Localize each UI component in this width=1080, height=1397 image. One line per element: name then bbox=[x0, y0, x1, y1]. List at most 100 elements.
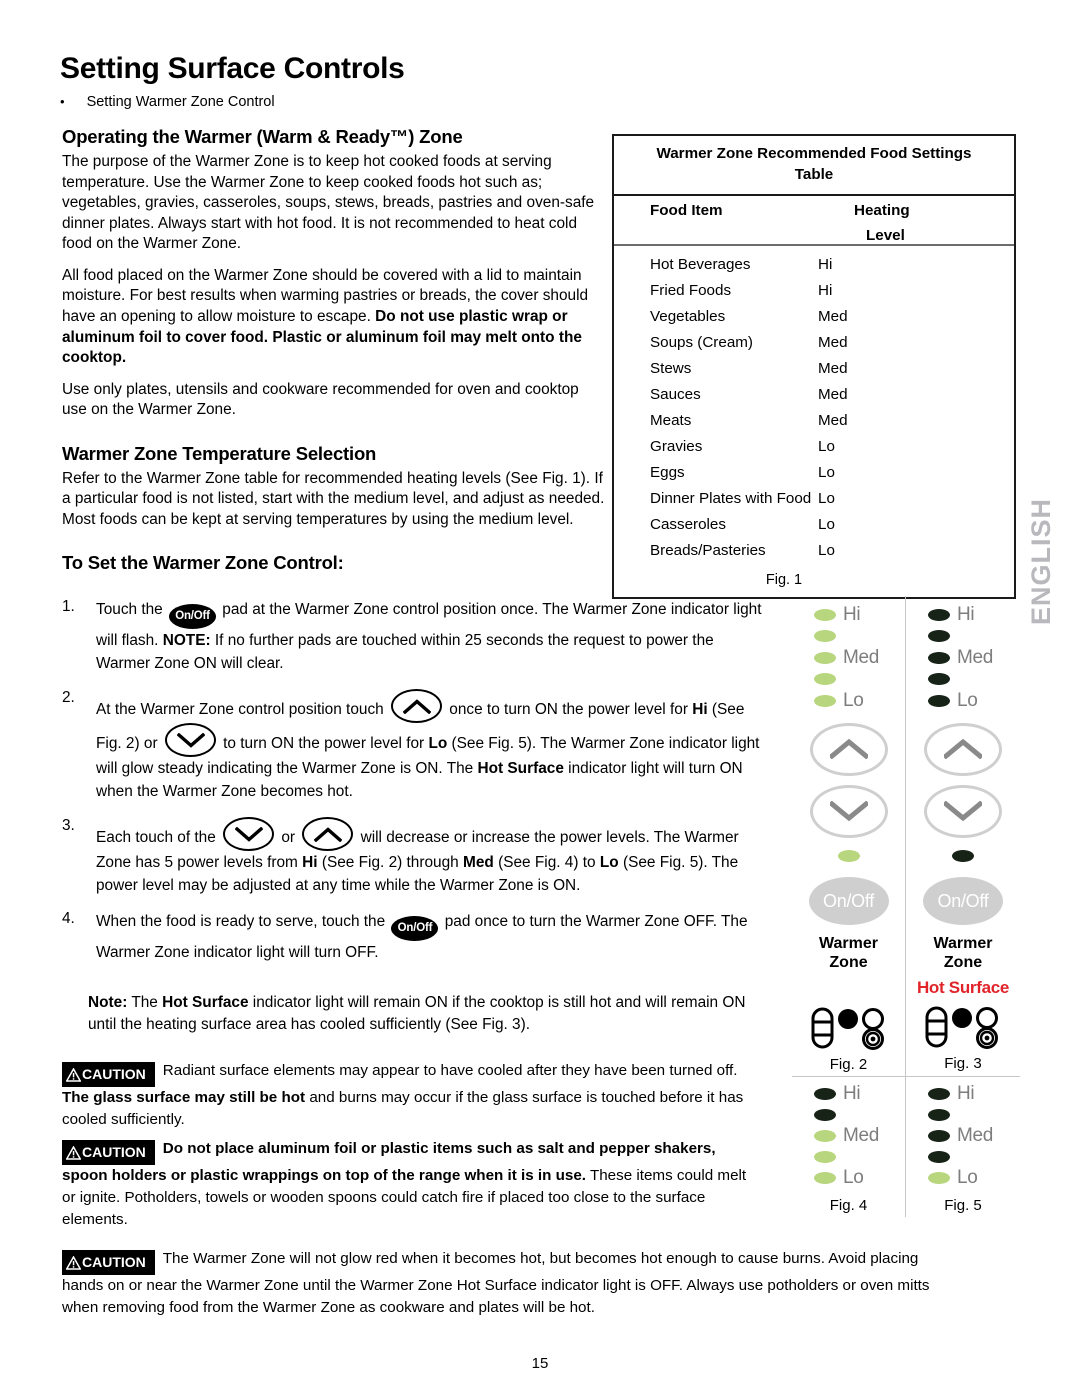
fig2-arrow-down-button[interactable] bbox=[809, 784, 888, 838]
heading-temperature-selection: Warmer Zone Temperature Selection bbox=[62, 442, 377, 464]
fig3-arrow-down-button[interactable] bbox=[924, 784, 1002, 838]
table-cell-food-item: Vegetables bbox=[650, 308, 726, 326]
on-off-pad-icon[interactable]: On/Off bbox=[391, 916, 439, 942]
fig2-arrow-up-button[interactable] bbox=[809, 722, 888, 776]
caution-block-3: CAUTION The Warmer Zone will not glow red… bbox=[62, 1248, 942, 1319]
column-header-level: Level bbox=[866, 226, 905, 244]
step-2-part-b: once to turn ON the power level for bbox=[445, 700, 693, 718]
caution-badge-label: CAUTION bbox=[82, 1254, 146, 1270]
table-cell-food-item: Dinner Plates with Food bbox=[650, 490, 812, 508]
fig2-warmer-zone-label: Warmer Zone bbox=[792, 935, 905, 973]
table-cell-heating-level: Lo bbox=[818, 516, 835, 534]
led-row: Lo bbox=[792, 1167, 905, 1189]
step-3-hi-label: Hi bbox=[302, 853, 318, 871]
table-cell-food-item: Soups (Cream) bbox=[650, 334, 753, 352]
led-label: Med bbox=[957, 646, 994, 668]
arrow-up-icon[interactable] bbox=[302, 816, 354, 851]
figure-2: Hi Med Lo On/Off Warmer Zone Fig. 2 bbox=[792, 596, 906, 1076]
led-row: Lo bbox=[792, 690, 905, 712]
led-row bbox=[906, 1105, 1020, 1126]
table-row: Soups (Cream) Med bbox=[614, 330, 1014, 356]
led-indicator bbox=[814, 651, 836, 664]
led-indicator bbox=[928, 1151, 950, 1164]
fig3-onoff-indicator-led bbox=[906, 846, 1020, 868]
table-caption: Fig. 1 bbox=[765, 571, 803, 588]
fig3-hot-surface-indicator: Hot Surface bbox=[916, 977, 1010, 997]
fig2-cooktop-icon bbox=[792, 1006, 905, 1050]
table-body: Hot Beverages Hi Fried Foods Hi Vegetables Me… bbox=[614, 246, 1014, 568]
led-indicator bbox=[952, 850, 974, 863]
table-cell-food-item: Meats bbox=[650, 412, 692, 430]
table-cell-food-item: Stews bbox=[650, 360, 692, 378]
caution-badge: CAUTION bbox=[62, 1140, 155, 1166]
table-row: Meats Med bbox=[614, 408, 1014, 434]
fig2-onoff-indicator-led bbox=[792, 846, 905, 868]
fig3-warmer-zone-label: Warmer Zone bbox=[906, 935, 1020, 973]
table-cell-heating-level: Med bbox=[818, 334, 848, 352]
step-2-part-a: At the Warmer Zone control position touc… bbox=[96, 700, 388, 718]
figure-3: Hi Med Lo On/Off Warmer Zone Hot Surface bbox=[906, 596, 1020, 1076]
table-row: Dinner Plates with Food Lo bbox=[614, 486, 1014, 512]
arrow-up-icon[interactable] bbox=[391, 688, 442, 723]
step-4-number: 4. bbox=[62, 910, 75, 928]
fig4-caption: Fig. 4 bbox=[829, 1196, 868, 1214]
arrow-down-icon[interactable] bbox=[223, 816, 275, 851]
step-2-lo-label: Lo bbox=[428, 734, 448, 752]
caution-badge-label: CAUTION bbox=[82, 1144, 146, 1160]
led-label: Hi bbox=[843, 1083, 861, 1105]
step-2-text: At the Warmer Zone control position touc… bbox=[96, 688, 762, 804]
step-3-part-b: or bbox=[277, 828, 300, 846]
table-cell-heating-level: Hi bbox=[818, 282, 833, 300]
fig3-arrow-up-button[interactable] bbox=[924, 722, 1002, 776]
note-hot-surface-label: Hot Surface bbox=[162, 994, 249, 1011]
table-cell-food-item: Gravies bbox=[650, 438, 703, 456]
step-1-text: Touch the On/Off pad at the Warmer Zone … bbox=[96, 598, 762, 676]
step-1-number: 1. bbox=[62, 598, 75, 615]
on-off-pad-icon[interactable]: On/Off bbox=[169, 604, 217, 629]
figure-row-bottom: Hi Med Lo Fig. 4 Hi Med Lo Fig. 5 bbox=[792, 1075, 1020, 1217]
fig2-led-column: Hi Med Lo bbox=[792, 596, 905, 714]
led-row: Hi bbox=[906, 1083, 1020, 1105]
fig4-led-column: Hi Med Lo bbox=[792, 1077, 905, 1191]
led-indicator bbox=[814, 1151, 836, 1164]
numbered-steps-list: 1. Touch the On/Off pad at the Warmer Zo… bbox=[62, 598, 762, 978]
table-row: Fried Foods Hi bbox=[614, 278, 1014, 304]
breadcrumb: • Setting Warmer Zone Control bbox=[60, 94, 275, 110]
fig3-led-column: Hi Med Lo bbox=[906, 596, 1020, 714]
led-label: Lo bbox=[843, 1167, 864, 1189]
led-row: Lo bbox=[906, 690, 1020, 712]
caution-badge: CAUTION bbox=[62, 1250, 155, 1276]
fig2-on-off-button[interactable]: On/Off bbox=[808, 877, 889, 925]
fig3-on-off-button[interactable]: On/Off bbox=[923, 877, 1003, 925]
led-indicator bbox=[928, 608, 950, 621]
table-row: Stews Med bbox=[614, 356, 1014, 382]
led-indicator bbox=[928, 1130, 950, 1143]
caution-1-part-a: Radiant surface elements may appear to h… bbox=[162, 1062, 738, 1079]
led-label: Med bbox=[843, 1125, 880, 1147]
paragraph-temperature: Refer to the Warmer Zone table for recom… bbox=[62, 469, 605, 528]
caution-3-text: The Warmer Zone will not glow red when i… bbox=[62, 1250, 930, 1317]
table-row: Breads/Pasteries Lo bbox=[614, 538, 1014, 564]
led-indicator bbox=[928, 694, 950, 707]
language-tab: ENGLISH bbox=[1026, 498, 1056, 626]
paragraph-purpose: The purpose of the Warmer Zone is to kee… bbox=[62, 153, 595, 253]
heading-to-set-control: To Set the Warmer Zone Control: bbox=[62, 552, 344, 574]
arrow-down-icon[interactable] bbox=[164, 722, 216, 757]
main-text-column: Operating the Warmer (Warm & Ready™) Zon… bbox=[62, 126, 607, 578]
table-cell-food-item: Sauces bbox=[650, 386, 701, 404]
note-block: Note: The Hot Surface indicator light wi… bbox=[88, 992, 748, 1037]
step-3-part-d: (See Fig. 2) through bbox=[317, 853, 464, 871]
table-title: Warmer Zone Recommended Food Settings Ta… bbox=[614, 136, 1014, 196]
led-row bbox=[906, 669, 1020, 691]
led-indicator bbox=[814, 1088, 836, 1101]
led-row bbox=[792, 626, 905, 648]
column-header-heating: Heating bbox=[854, 201, 910, 219]
step-3-med-label: Med bbox=[463, 853, 494, 871]
control-panel-figures: Hi Med Lo On/Off Warmer Zone Fig. 2 Hi M… bbox=[792, 596, 1020, 1217]
fig2-caption: Fig. 2 bbox=[829, 1055, 868, 1073]
led-indicator bbox=[928, 1172, 950, 1185]
page-title: Setting Surface Controls bbox=[60, 52, 405, 85]
step-1-note-label: NOTE: bbox=[162, 632, 211, 649]
step-2: 2. At the Warmer Zone control position t… bbox=[62, 688, 762, 804]
fig2-warmer-line2: Zone bbox=[829, 953, 868, 971]
